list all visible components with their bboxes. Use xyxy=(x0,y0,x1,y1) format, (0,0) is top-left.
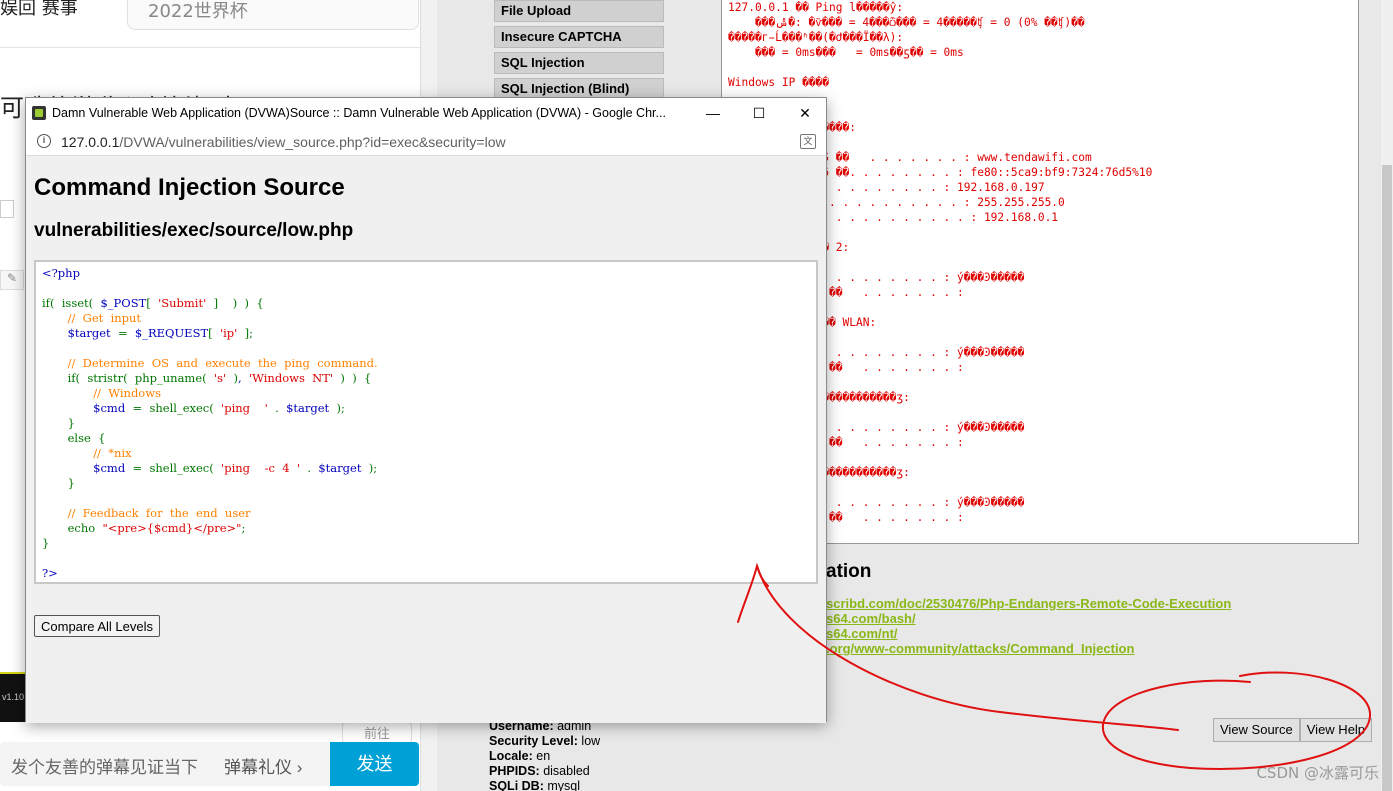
danmaku-placeholder: 发个友善的弹幕见证当下 xyxy=(11,758,198,777)
view-source-button[interactable]: View Source xyxy=(1213,718,1300,742)
csdn-watermark: CSDN @冰露可乐 xyxy=(1256,764,1379,782)
window-title: Damn Vulnerable Web Application (DVWA)So… xyxy=(52,106,666,120)
more-info-link-scribd[interactable]: scribd.com/doc/2530476/Php-Endangers-Rem… xyxy=(826,596,1231,611)
edit-icon: ✎ xyxy=(0,270,24,290)
source-code: <?php if( isset( $_POST[ 'Submit' ] ) ) … xyxy=(42,266,378,580)
view-help-button[interactable]: View Help xyxy=(1299,718,1373,742)
sqli-db-value: mysql xyxy=(547,779,580,791)
more-information-heading: ation xyxy=(826,561,872,582)
site-nav-text[interactable]: 娱回 赛事 xyxy=(0,0,78,20)
url-text[interactable]: 127.0.0.1/DVWA/vulnerabilities/view_sour… xyxy=(61,134,506,150)
source-file-path: vulnerabilities/exec/source/low.php xyxy=(34,220,354,241)
scrollbar-thumb[interactable] xyxy=(1382,165,1392,791)
danmaku-rules-link[interactable]: 弹幕礼仪 › xyxy=(224,753,302,778)
dvwa-scrollbar[interactable] xyxy=(1381,0,1393,791)
url-host: 127.0.0.1 xyxy=(61,134,120,150)
menu-item-insecure-captcha[interactable]: Insecure CAPTCHA xyxy=(494,26,664,48)
sqli-db-label: SQLi DB: xyxy=(489,779,544,791)
search-placeholder: 2022世界杯 xyxy=(148,1,248,22)
source-code-box: <?php if( isset( $_POST[ 'Submit' ] ) ) … xyxy=(34,260,818,584)
popup-content: Command Injection Source vulnerabilities… xyxy=(26,156,826,723)
compare-all-levels-button[interactable]: Compare All Levels xyxy=(34,615,160,637)
maximize-button[interactable]: ☐ xyxy=(736,98,782,128)
locale-label: Locale: xyxy=(489,749,533,763)
danmaku-input[interactable]: 发个友善的弹幕见证当下 弹幕礼仪 › xyxy=(0,742,330,786)
phpids-label: PHPIDS: xyxy=(489,764,540,778)
dvwa-favicon-icon xyxy=(32,106,46,120)
phpids-value: disabled xyxy=(543,764,590,778)
send-danmaku-button[interactable]: 发送 xyxy=(330,742,419,786)
window-titlebar[interactable]: Damn Vulnerable Web Application (DVWA)So… xyxy=(26,98,826,128)
more-info-link-nt[interactable]: s64.com/nt/ xyxy=(826,626,898,641)
security-level-label: Security Level: xyxy=(489,734,578,748)
site-search-input[interactable]: 2022世界杯 xyxy=(127,0,419,30)
more-info-link-owasp[interactable]: .org/www-community/attacks/Command_Injec… xyxy=(826,641,1134,656)
url-path: /DVWA/vulnerabilities/view_source.php?id… xyxy=(119,134,506,150)
view-source-popup-window: Damn Vulnerable Web Application (DVWA)So… xyxy=(25,97,827,723)
security-level-value: low xyxy=(581,734,601,748)
source-help-buttons: View Source View Help xyxy=(1213,718,1373,742)
menu-item-sql-injection[interactable]: SQL Injection xyxy=(494,52,664,74)
locale-value: en xyxy=(536,749,551,763)
page-title: Command Injection Source xyxy=(34,174,345,201)
checkbox-fragment xyxy=(0,200,14,218)
translate-icon[interactable]: 文 xyxy=(800,134,816,149)
site-topbar: 娱回 赛事 2022世界杯 xyxy=(0,0,420,48)
site-info-icon[interactable]: i xyxy=(37,134,51,148)
session-info: Username: admin Security Level: low Loca… xyxy=(489,719,600,791)
minimize-button[interactable]: — xyxy=(690,98,736,128)
close-button[interactable]: ✕ xyxy=(782,98,828,128)
menu-item-file-upload[interactable]: File Upload xyxy=(494,0,664,22)
goto-button[interactable]: 前往 xyxy=(342,722,412,744)
more-info-link-bash[interactable]: s64.com/bash/ xyxy=(826,611,916,626)
player-version: v1.10 xyxy=(2,692,25,702)
address-bar[interactable]: i 127.0.0.1/DVWA/vulnerabilities/view_so… xyxy=(26,128,826,156)
